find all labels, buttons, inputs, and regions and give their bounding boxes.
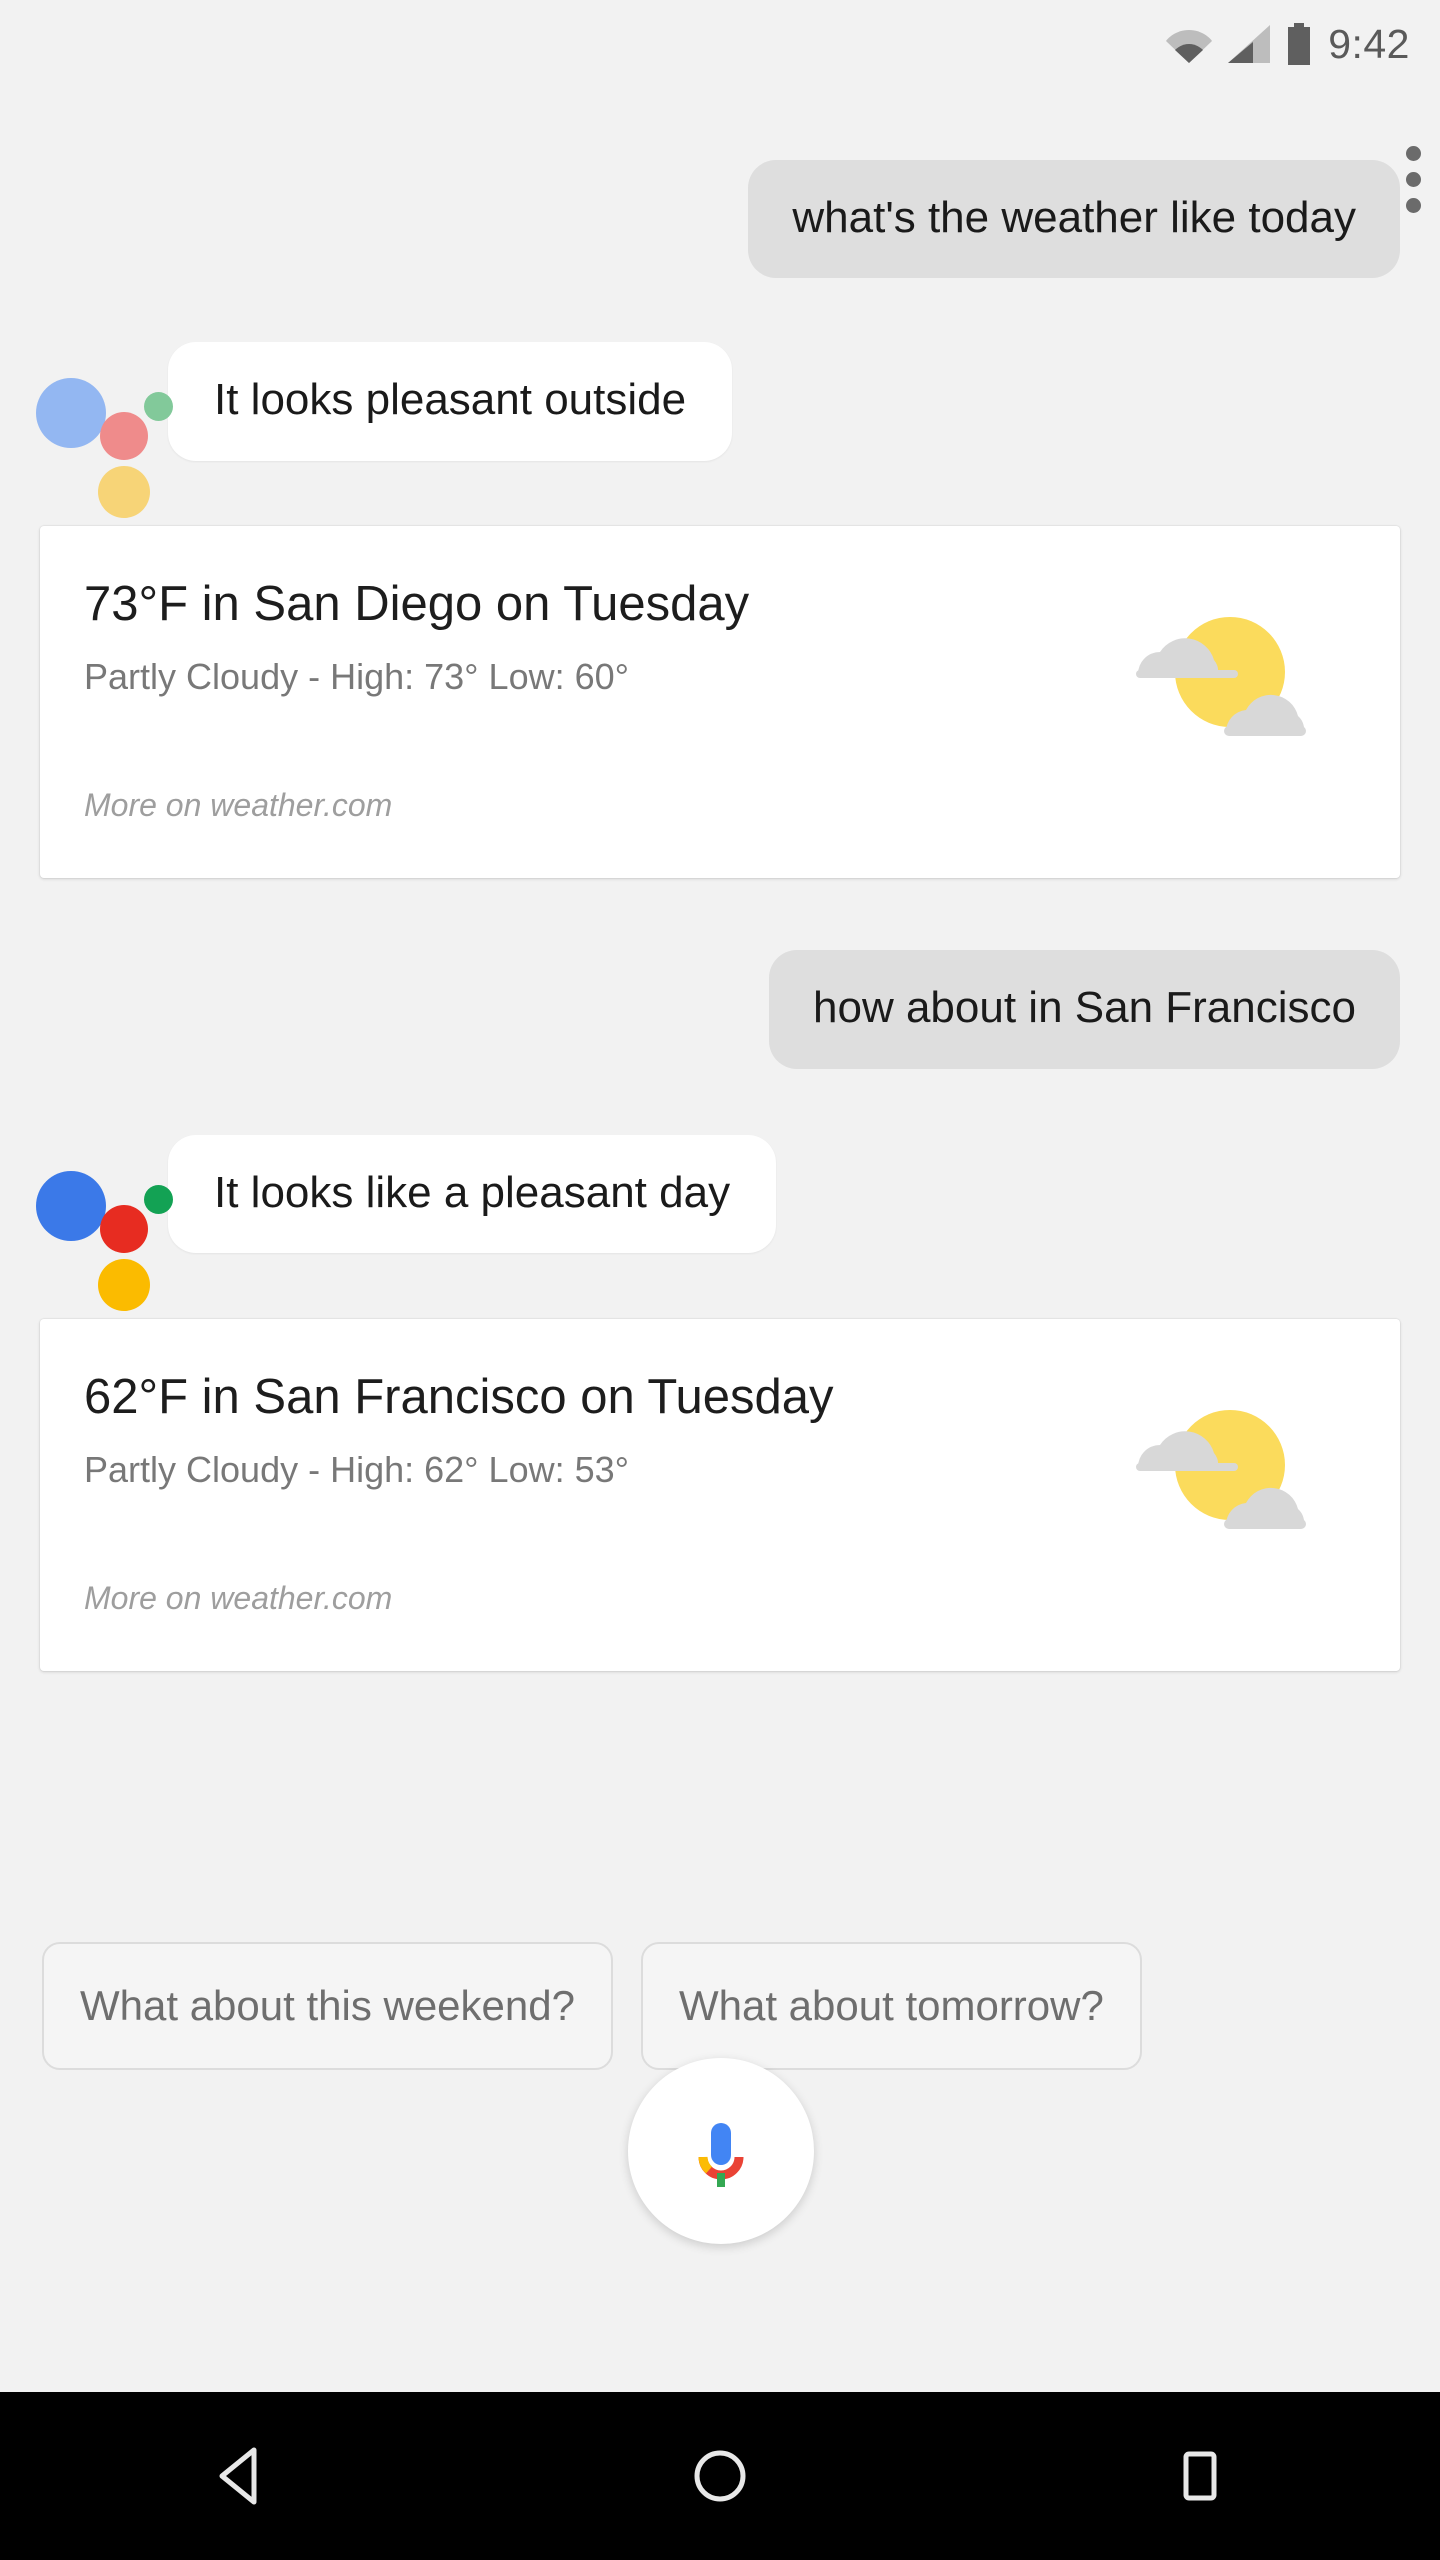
assistant-message-row: It looks like a pleasant day	[0, 1134, 1440, 1311]
overflow-menu-icon[interactable]	[1390, 146, 1436, 213]
nav-recents-button[interactable]	[1115, 2392, 1285, 2560]
cellular-signal-icon	[1228, 25, 1271, 63]
nav-back-button[interactable]	[155, 2392, 325, 2560]
wifi-icon	[1166, 30, 1213, 63]
home-circle-icon	[694, 2450, 746, 2502]
assistant-message-row: It looks pleasant outside	[0, 342, 1440, 519]
user-message-text: how about in San Francisco	[813, 983, 1356, 1033]
user-message-text: what's the weather like today	[792, 193, 1356, 242]
back-triangle-icon	[219, 2447, 257, 2505]
google-assistant-logo-icon	[34, 364, 173, 519]
suggestion-chip-label: What about tomorrow?	[678, 1982, 1104, 2029]
assistant-message-text: It looks pleasant outside	[214, 375, 687, 425]
partly-cloudy-icon	[1136, 1409, 1306, 1529]
weather-card-source-link[interactable]: More on weather.com	[84, 1580, 392, 1617]
user-message-bubble[interactable]: how about in San Francisco	[769, 950, 1400, 1069]
status-bar-clock: 9:42	[1328, 20, 1410, 67]
google-assistant-logo-icon	[34, 1157, 173, 1311]
user-message-row: what's the weather like today	[0, 146, 1440, 279]
microphone-icon	[698, 2123, 744, 2187]
weather-card-source-link[interactable]: More on weather.com	[84, 787, 392, 824]
suggestion-chip-weekend[interactable]: What about this weekend?	[42, 1942, 613, 2070]
suggestion-chip-row[interactable]: What about this weekend? What about tomo…	[0, 1942, 1440, 2070]
microphone-button[interactable]	[628, 2058, 814, 2244]
weather-card[interactable]: 73°F in San Diego on Tuesday Partly Clou…	[40, 526, 1400, 879]
weather-card[interactable]: 62°F in San Francisco on Tuesday Partly …	[40, 1318, 1400, 1671]
status-bar: 9:42	[0, 0, 1440, 88]
nav-home-button[interactable]	[635, 2392, 805, 2560]
user-message-bubble[interactable]: what's the weather like today	[748, 160, 1400, 279]
suggestion-chip-label: What about this weekend?	[80, 1982, 575, 2029]
assistant-conversation-screen: 9:42 what's the weather like today It lo…	[0, 0, 1440, 2560]
recents-square-icon	[1183, 2451, 1217, 2501]
assistant-message-bubble[interactable]: It looks like a pleasant day	[168, 1134, 777, 1254]
partly-cloudy-icon	[1136, 617, 1306, 737]
battery-icon	[1288, 23, 1311, 65]
assistant-message-bubble[interactable]: It looks pleasant outside	[168, 342, 733, 461]
user-message-row: how about in San Francisco	[0, 950, 1440, 1069]
assistant-message-text: It looks like a pleasant day	[214, 1167, 731, 1217]
android-navigation-bar	[0, 2392, 1440, 2560]
suggestion-chip-tomorrow[interactable]: What about tomorrow?	[640, 1942, 1142, 2070]
